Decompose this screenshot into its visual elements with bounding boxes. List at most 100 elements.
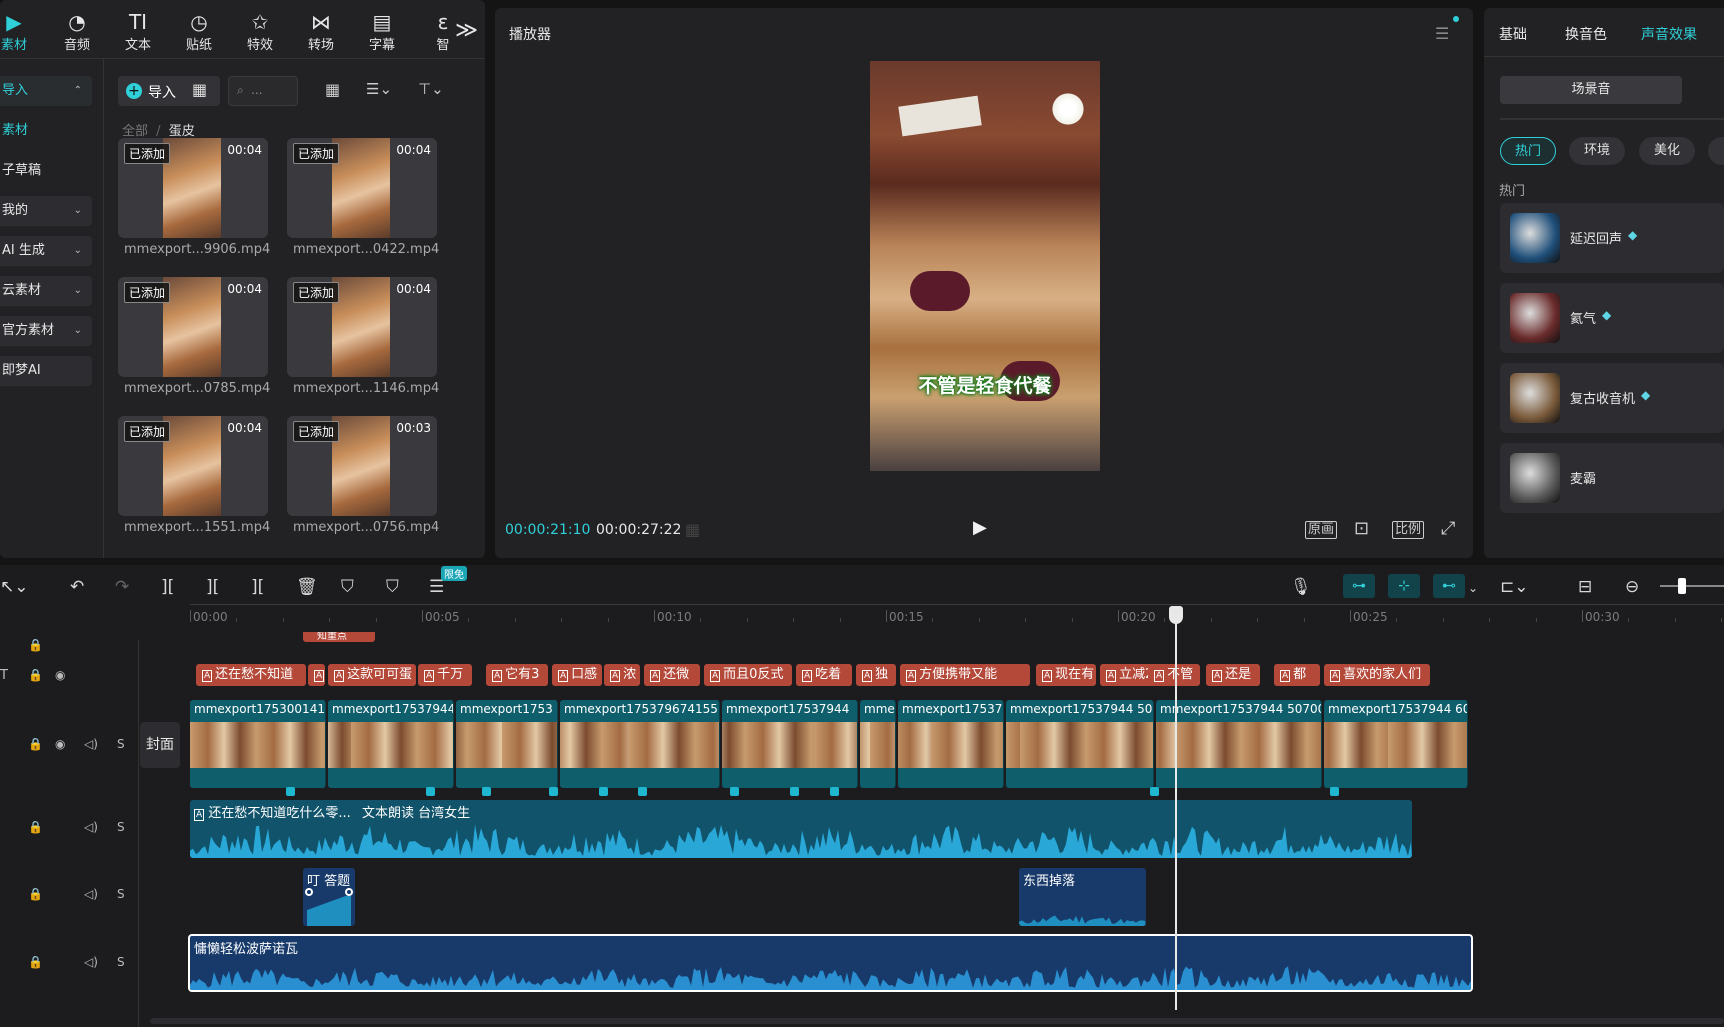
nav-item-5[interactable]: 云素材 ⌄ xyxy=(0,276,92,306)
speaker-icon[interactable]: ◁) xyxy=(84,887,98,901)
play-icon[interactable]: ▶ xyxy=(973,517,987,538)
split-right-icon[interactable]: ][ xyxy=(251,577,264,597)
text-clip[interactable]: A浓 xyxy=(604,664,640,686)
zoom-fit-icon[interactable]: ⊡ xyxy=(1354,518,1369,539)
media-thumbnail[interactable]: 已添加 00:03 xyxy=(287,416,437,516)
text-clip[interactable]: A 它有3 xyxy=(486,664,548,686)
nav-item-2[interactable]: 子草稿 xyxy=(0,156,92,186)
lock-icon[interactable]: 🔒 xyxy=(28,887,43,901)
microphone-icon[interactable]: 🎙 xyxy=(1290,577,1312,597)
video-clip[interactable]: mmexport1753 xyxy=(456,700,558,788)
video-clip[interactable]: mme xyxy=(860,700,896,788)
video-clip[interactable]: mmexport17537944 60 xyxy=(1324,700,1468,788)
chevron-down-icon[interactable]: ⌄ xyxy=(1468,581,1478,595)
filter-chip-1[interactable]: 环境 xyxy=(1569,137,1625,165)
fade-handle[interactable] xyxy=(345,888,353,896)
layout-icon[interactable]: ▦ xyxy=(325,80,340,99)
preview-axis-icon[interactable]: ⊏⌄ xyxy=(1500,577,1529,597)
text-clip[interactable]: A 吃着 xyxy=(796,664,852,686)
keyframe-marker[interactable] xyxy=(1150,787,1159,796)
keyframe-marker[interactable] xyxy=(1330,787,1339,796)
eye-icon[interactable]: ◉ xyxy=(55,668,65,682)
scene-sound-segment[interactable]: 场景音 xyxy=(1500,76,1682,104)
tab-subtitle[interactable]: ▤ 字幕 xyxy=(354,10,410,56)
sort-icon[interactable]: ☰⌄ xyxy=(366,80,392,98)
undo-icon[interactable]: ↶ xyxy=(70,577,84,597)
split-icon[interactable]: ][ xyxy=(161,577,174,597)
media-thumbnail[interactable]: 已添加 00:04 xyxy=(287,138,437,238)
text-clip[interactable]: A 现在有 xyxy=(1036,664,1096,686)
media-thumbnail[interactable]: 已添加 00:04 xyxy=(287,277,437,377)
sfx-clip-drop[interactable]: 东西掉落 xyxy=(1019,868,1146,926)
screenshot-icon[interactable]: ⊟ xyxy=(1578,577,1592,597)
text-clip-partial[interactable]: 知重点 xyxy=(303,632,375,642)
text-clip[interactable]: A 还微 xyxy=(644,664,700,686)
more-tabs-icon[interactable]: ≫ xyxy=(455,18,478,43)
sfx-clip-ding[interactable]: 叮 答题 xyxy=(303,868,355,926)
lock-icon[interactable]: 🔒 xyxy=(28,955,43,969)
auto-snap-icon[interactable]: ⊹ xyxy=(1388,574,1420,598)
lock-icon[interactable]: 🔒 xyxy=(28,820,43,834)
select-tool-icon[interactable]: ↖⌄ xyxy=(0,577,29,597)
keyframe-marker[interactable] xyxy=(482,787,491,796)
inspector-tab-2[interactable]: 声音效果 xyxy=(1641,24,1697,44)
text-clip[interactable]: A 还在愁不知道 xyxy=(196,664,306,686)
filter-chip-2[interactable]: 美化 xyxy=(1639,137,1695,165)
keyframe-marker[interactable] xyxy=(549,787,558,796)
media-thumbnail[interactable]: 已添加 00:04 xyxy=(118,277,268,377)
text-clip[interactable]: A 千万 xyxy=(418,664,472,686)
text-clip[interactable]: A 方便携带又能 xyxy=(900,664,1030,686)
music-clip[interactable]: 慵懒轻松波萨诺瓦 xyxy=(188,934,1473,992)
tab-effects[interactable]: ✩ 特效 xyxy=(232,10,288,56)
main-track-magnet-icon[interactable]: ⊶ xyxy=(1343,574,1375,598)
voiceover-clip[interactable]: A 还在愁不知道吃什么零... 文本朗读 台湾女生 xyxy=(190,800,1412,858)
text-clip[interactable]: A 口感 xyxy=(552,664,602,686)
text-clip[interactable]: A 还是 xyxy=(1206,664,1260,686)
solo-icon[interactable]: S xyxy=(117,955,125,969)
text-clip[interactable]: A独 xyxy=(856,664,896,686)
link-icon[interactable]: ⊷ xyxy=(1433,574,1465,598)
keyframe-marker[interactable] xyxy=(730,787,739,796)
nav-item-7[interactable]: 即梦AI xyxy=(0,356,92,386)
video-clip[interactable]: mmexport17537944 xyxy=(328,700,454,788)
playhead-handle[interactable] xyxy=(1169,606,1183,624)
keyframe-marker[interactable] xyxy=(830,787,839,796)
keyframe-marker[interactable] xyxy=(638,787,647,796)
time-ruler[interactable] xyxy=(190,604,1724,628)
tab-sticker[interactable]: ◷ 贴纸 xyxy=(171,10,227,56)
timeline-scrollbar[interactable] xyxy=(150,1018,1724,1024)
fullscreen-icon[interactable]: ⤢ xyxy=(1441,518,1455,539)
search-input[interactable]: ⌕ ... xyxy=(228,76,298,106)
text-clip[interactable]: A 喜欢的家人们 xyxy=(1324,664,1430,686)
solo-icon[interactable]: S xyxy=(117,737,125,751)
tab-audio[interactable]: ◔ 音频 xyxy=(49,10,105,56)
playhead[interactable] xyxy=(1175,608,1177,1010)
nav-item-0[interactable]: 导入 ⌃ xyxy=(0,76,92,106)
text-clip[interactable]: A都 xyxy=(1274,664,1320,686)
keyframe-marker[interactable] xyxy=(426,787,435,796)
lock-icon[interactable]: 🔒 xyxy=(28,638,43,652)
cover-button[interactable]: 封面 xyxy=(140,722,180,768)
speaker-icon[interactable]: ◁) xyxy=(84,820,98,834)
keyframe-marker[interactable] xyxy=(286,787,295,796)
nav-item-6[interactable]: 官方素材 ⌄ xyxy=(0,316,92,346)
redo-icon[interactable]: ↷ xyxy=(115,577,129,597)
import-button[interactable]: + 导入 ▦ xyxy=(118,76,220,106)
filter-chip-0[interactable]: 热门 xyxy=(1500,137,1556,165)
nav-item-1[interactable]: 素材 xyxy=(0,116,92,146)
keyframe-marker[interactable] xyxy=(599,787,608,796)
text-clip[interactable]: A 这款可可蛋 xyxy=(328,664,416,686)
solo-icon[interactable]: S xyxy=(117,820,125,834)
fade-handle[interactable] xyxy=(305,888,313,896)
zoom-slider[interactable] xyxy=(1660,585,1724,587)
tab-media[interactable]: ▶ 素材 xyxy=(0,10,42,56)
delete-icon[interactable]: 🗑 xyxy=(296,577,318,597)
lock-icon[interactable]: 🔒 xyxy=(28,668,43,682)
shield-icon[interactable]: ⛉ xyxy=(386,577,399,597)
media-thumbnail[interactable]: 已添加 00:04 xyxy=(118,138,268,238)
speaker-icon[interactable]: ◁) xyxy=(84,737,98,751)
zoom-out-icon[interactable]: ⊖ xyxy=(1625,577,1639,597)
eye-icon[interactable]: ◉ xyxy=(55,737,65,751)
text-clip[interactable]: A 而且0反式 xyxy=(704,664,792,686)
inspector-tab-0[interactable]: 基础 xyxy=(1499,24,1527,44)
